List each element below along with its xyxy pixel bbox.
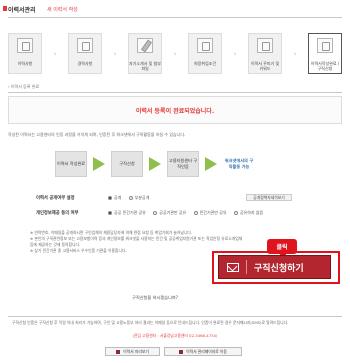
pipeline-step: 워크넷에서의 구직활동 가능 xyxy=(223,151,255,177)
page-title: 이력서관리 xyxy=(8,7,36,14)
divider xyxy=(8,92,342,93)
radio-share-all[interactable]: 공공 민간기관 공유 xyxy=(108,210,146,216)
step-arrow-icon: › xyxy=(233,49,237,58)
radio-dot-icon xyxy=(128,196,133,200)
step-5[interactable]: 이력서 꾸미기 및 키워드 xyxy=(248,33,282,74)
briefcase-icon xyxy=(77,38,93,53)
decorate-icon xyxy=(257,38,273,53)
apply-button-label: 구직신청하기 xyxy=(254,263,304,274)
apply-question: 구직신청을 하시겠습니까? xyxy=(132,295,178,300)
process-pipeline: 이력서 작성완료 구직신청 고용지원센터 구직인증 워크넷에서의 구직활동 가능 xyxy=(55,151,305,177)
step-1[interactable]: 이력사항 xyxy=(8,33,42,74)
center-contact-text: (전담 고용센터 : 서울강남고용센터 02-3468-4734) xyxy=(132,333,218,338)
radio-public[interactable]: 공개 xyxy=(108,195,121,201)
document-icon xyxy=(17,38,33,53)
complete-document-icon xyxy=(317,38,333,53)
resume-manage-button[interactable]: 이력서 관리페이지로 이동 xyxy=(164,347,242,356)
radio-dot-icon xyxy=(108,196,112,200)
step-progress: 이력사항 › 경력사항 › 자기소개서 및 첨부파일 › 희망취업조건 › 이력… xyxy=(8,33,342,74)
envelope-icon xyxy=(227,262,239,272)
pipeline-step: 이력서 작성완료 xyxy=(55,151,87,177)
info-text: 작성된 이력서는 고용센터의 인증 과정을 거치게 되며, 인증된 후 워크넷에… xyxy=(8,132,186,137)
step-label: 자기소개서 및 첨부파일 xyxy=(129,61,161,71)
manage-icon xyxy=(179,349,184,354)
radio-share-public[interactable]: 공공기관만 공유 xyxy=(153,210,186,216)
privacy-options: 공공 민간기관 공유 공공기관만 공유 민간기관만 공유 공유하지 않음 xyxy=(108,210,340,216)
radio-dot-icon xyxy=(233,211,238,215)
radio-dot-icon xyxy=(108,211,112,215)
section-breadcrumb: › 이력서 등록 완료 xyxy=(8,84,40,89)
radio-dot-icon xyxy=(153,211,158,215)
resume-preview-button[interactable]: 이력서 미리보기 xyxy=(105,347,160,356)
step-2[interactable]: 경력사항 xyxy=(68,33,102,74)
arrow-right-icon xyxy=(205,157,217,171)
page-subtitle: 새 이력서 작성 xyxy=(47,7,78,13)
step-arrow-icon: › xyxy=(53,49,57,58)
checklist-icon xyxy=(197,38,213,53)
public-options: 공개 부분공개 xyxy=(108,195,155,201)
step-3[interactable]: 자기소개서 및 첨부파일 xyxy=(128,33,162,74)
step-label: 이력사항 xyxy=(17,61,33,66)
note-line: ※ 본인의 구직관련정보 또는 고용보험이력 등의 개인정보를 워크넷을 사용하… xyxy=(30,236,243,247)
step-arrow-icon: › xyxy=(173,49,177,58)
step-arrow-icon: › xyxy=(113,49,117,58)
radio-partial-public[interactable]: 부분공개 xyxy=(128,195,149,201)
header-marker-icon xyxy=(3,6,7,11)
bottom-info-text: 구직신청 인증은 구직신청 후 익일 이내 처리가 가능하며, 구인 및 고용노… xyxy=(12,320,289,325)
step-4[interactable]: 희망취업조건 xyxy=(188,33,222,74)
public-setting-label: 이력서 공개여부 설정 xyxy=(36,196,75,201)
public-policy-button[interactable]: 공개정책자세히보기 xyxy=(246,194,292,201)
arrow-right-icon xyxy=(93,157,105,171)
completion-message: 이력서 등록이 완료되었습니다. xyxy=(135,108,215,115)
step-6[interactable]: 이력서작성완료 /구직신청 xyxy=(308,33,342,74)
pipeline-step: 구직신청 xyxy=(111,151,143,177)
step-label: 이력서작성완료 /구직신청 xyxy=(310,61,340,71)
pipeline-step: 고용지원센터 구직인증 xyxy=(167,151,199,177)
radio-dot-icon xyxy=(193,211,198,215)
job-apply-button[interactable]: 구직신청하기 xyxy=(218,255,331,279)
step-label: 경력사항 xyxy=(77,61,93,66)
arrow-right-icon xyxy=(149,157,161,171)
step-label: 이력서 꾸미기 및 키워드 xyxy=(250,61,280,71)
radio-share-private[interactable]: 민간기관만 공유 xyxy=(193,210,227,216)
step-arrow-icon: › xyxy=(293,49,297,58)
pen-icon xyxy=(137,38,153,53)
preview-icon xyxy=(116,349,121,354)
privacy-consent-label: 개인정보제공 동의 여부 xyxy=(36,211,79,216)
button-separator xyxy=(246,260,247,274)
radio-share-none[interactable]: 공유하지 않음 xyxy=(233,210,263,216)
step-label: 희망취업조건 xyxy=(193,61,217,66)
